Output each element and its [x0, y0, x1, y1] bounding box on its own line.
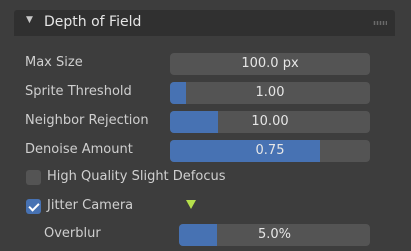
- high-quality-defocus-label[interactable]: High Quality Slight Defocus: [47, 169, 226, 184]
- denoise-amount-field[interactable]: 0.75: [170, 140, 370, 162]
- neighbor-rejection-field[interactable]: 10.00: [170, 111, 370, 133]
- denoise-amount-value: 0.75: [255, 143, 285, 158]
- overblur-value: 5.0%: [257, 227, 292, 242]
- sprite-threshold-label: Sprite Threshold: [25, 84, 132, 99]
- sprite-threshold-value: 1.00: [255, 85, 285, 100]
- max-size-label: Max Size: [25, 55, 83, 70]
- overblur-field[interactable]: 5.0%: [179, 224, 370, 246]
- jitter-camera-label[interactable]: Jitter Camera: [47, 198, 133, 213]
- drag-grip-icon[interactable]: [373, 21, 387, 25]
- max-size-value: 100.0 px: [241, 56, 299, 71]
- jitter-camera-checkbox[interactable]: [26, 199, 41, 214]
- neighbor-rejection-label: Neighbor Rejection: [25, 113, 149, 128]
- panel-header[interactable]: ▼ Depth of Field: [14, 10, 395, 36]
- sprite-threshold-field[interactable]: 1.00: [170, 82, 370, 104]
- panel-title: Depth of Field: [44, 14, 142, 30]
- high-quality-defocus-checkbox[interactable]: [26, 170, 41, 185]
- max-size-field[interactable]: 100.0 px: [170, 53, 370, 75]
- keyframe-triangle-icon[interactable]: [186, 200, 196, 209]
- disclosure-triangle-down-icon[interactable]: ▼: [26, 15, 33, 25]
- overblur-label: Overblur: [44, 226, 101, 241]
- neighbor-rejection-value: 10.00: [251, 114, 289, 129]
- depth-of-field-panel: ▼ Depth of Field Max Size 100.0 px Sprit…: [0, 0, 411, 251]
- denoise-amount-label: Denoise Amount: [25, 142, 133, 157]
